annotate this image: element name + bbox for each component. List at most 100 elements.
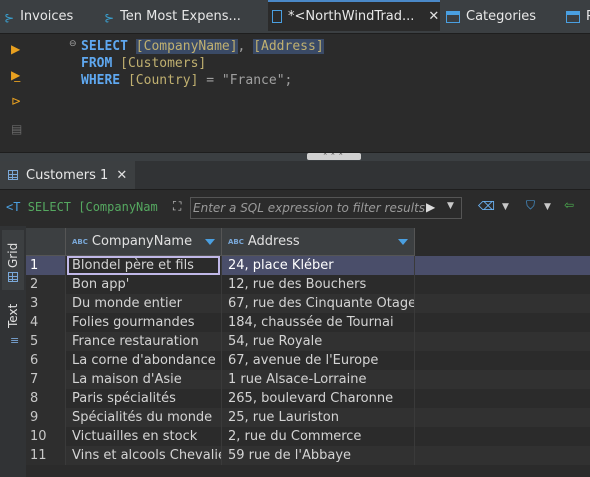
column-label: CompanyName [91,234,193,249]
sql-keyword: SELECT [81,39,128,54]
cell-companyname[interactable]: Paris spécialités [66,389,222,408]
empty-cell [415,332,590,351]
cell-companyname[interactable]: Victuailles en stock [66,427,222,446]
cell-address[interactable]: 265, boulevard Charonne [222,389,415,408]
tab-text[interactable]: Text ≡ [2,298,24,358]
sql-keyword: FROM [81,56,113,71]
cell-text: France restauration [72,334,199,349]
cell-address[interactable]: 25, rue Lauriston [222,408,415,427]
sql-code[interactable]: SELECT [CompanyName], [Address] FROM [Cu… [81,38,324,89]
cell-address[interactable]: 2, rue du Commerce [222,427,415,446]
tab-ten-most-expensive[interactable]: ⊱ Ten Most Expens... [104,0,241,33]
cell-companyname[interactable]: Spécialités du monde [66,408,222,427]
sql-operator: = [198,73,222,88]
row-number[interactable]: 1 [26,256,66,275]
chevron-down-icon[interactable]: ▼ [447,201,454,211]
cell-address[interactable]: 12, rue des Bouchers [222,275,415,294]
tab-label: Categories [466,9,537,24]
maximize-results-handle[interactable]: ⌃⌃⌃ [307,153,361,160]
row-number[interactable]: 9 [26,408,66,427]
tab-label: *<NorthWindTrad... [288,9,415,24]
row-number[interactable]: 11 [26,446,66,465]
execute-in-new-tab-icon[interactable]: ▶̲ [11,68,20,82]
tab-grid[interactable]: Grid [2,230,24,290]
execute-statement-icon[interactable]: ▶ [11,42,20,56]
tab-categories[interactable]: Categories [446,0,536,33]
explain-plan-icon[interactable]: ▤ [11,122,22,136]
cell-companyname[interactable]: Du monde entier [66,294,222,313]
row-number[interactable]: 6 [26,351,66,370]
table-row[interactable]: 6 La corne d'abondance 67, avenue de l'Eur… [26,351,590,370]
tab-invoices[interactable]: ⊱ Invoices [4,0,73,33]
table-row[interactable]: 4 Folies gourmandes 184, chaussée de Tourn… [26,313,590,332]
filter-field[interactable]: ▶ ▼ [190,197,462,219]
table-row[interactable]: 10 Victuailles en stock 2, rue du Commerce [26,427,590,446]
cell-companyname[interactable]: Folies gourmandes [66,313,222,332]
row-number[interactable]: 10 [26,427,66,446]
table-row[interactable]: 9 Spécialités du monde 25, rue Lauriston [26,408,590,427]
table-row[interactable]: 2 Bon app' 12, rue des Bouchers [26,275,590,294]
cell-companyname[interactable]: Vins et alcools Chevalier [66,446,222,465]
expand-icon[interactable]: ⛶ [173,199,181,214]
row-number[interactable]: 3 [26,294,66,313]
empty-cell [415,370,590,389]
table-icon [566,10,580,23]
sql-editor-icon: ⊱ [104,10,115,25]
cell-address[interactable]: 67, rue des Cinquante Otages [222,294,415,313]
script-icon [272,10,282,23]
panel-splitter[interactable]: ⌃⌃⌃ [0,152,590,161]
filter-input[interactable] [193,199,425,217]
table-row[interactable]: 7 La maison d'Asie 1 rue Alsace-Lorraine [26,370,590,389]
chevron-down-icon[interactable]: ▼ [502,202,509,212]
grid-icon [8,272,18,282]
sort-icon[interactable] [398,239,408,245]
cell-companyname[interactable]: Bon app' [66,275,222,294]
eraser-icon[interactable]: ⌫ [478,199,495,213]
cell-focus-outline [67,256,220,275]
close-icon[interactable]: ✕ [428,9,439,24]
cell-companyname[interactable]: France restauration [66,332,222,351]
tab-customers-1[interactable]: Customers 1 ✕ [0,161,136,189]
grid-icon [8,170,18,180]
table-row[interactable]: 5 France restauration 54, rue Royale [26,332,590,351]
table-row[interactable]: 3 Du monde entier 67, rue des Cinquante Ot… [26,294,590,313]
editor-tab-bar: ⊱ Invoices ⊱ Ten Most Expens... *<NorthW… [0,0,590,34]
apply-filter-icon[interactable]: ▶ [426,200,435,214]
row-number[interactable]: 2 [26,275,66,294]
sql-editor[interactable]: ▶ ▶̲ ⊳ ▤ ⊖ SELECT [CompanyName], [Addres… [0,34,590,152]
close-icon[interactable]: ✕ [116,168,127,183]
column-label: Address [247,234,300,249]
filter-icon[interactable]: ⛉ [526,198,535,213]
arrow-left-icon[interactable]: ⇦ [564,198,574,212]
cell-companyname[interactable]: Blondel père et fils [66,256,222,275]
table-row[interactable]: 1 Blondel père et fils 24, place Kléber [26,256,590,275]
row-number[interactable]: 8 [26,389,66,408]
column-header-address[interactable]: ABC Address [222,228,415,256]
execute-script-icon[interactable]: ⊳ [11,94,21,108]
fold-icon[interactable]: ⊖ [69,39,77,49]
table-row[interactable]: 8 Paris spécialités 265, boulevard Charonn… [26,389,590,408]
cell-address[interactable]: 24, place Kléber [222,256,415,275]
cell-address[interactable]: 67, avenue de l'Europe [222,351,415,370]
row-number[interactable]: 4 [26,313,66,332]
sql-separator: , [237,39,254,54]
tab-p[interactable]: P [566,0,590,33]
tab-northwind-script[interactable]: *<NorthWindTrad... ✕ [268,0,440,31]
column-header-companyname[interactable]: ABC CompanyName [66,228,222,256]
cell-address[interactable]: 1 rue Alsace-Lorraine [222,370,415,389]
chevron-down-icon[interactable]: ▼ [544,202,551,212]
view-mode-sidebar: Grid Text ≡ [0,226,26,477]
grid-tab-label: Grid [6,242,20,268]
cell-companyname[interactable]: La maison d'Asie [66,370,222,389]
query-preview[interactable]: <T SELECT [CompanyNam [6,200,166,214]
editor-toolbar: ▶ ▶̲ ⊳ ▤ [0,34,36,152]
table-row[interactable]: 11 Vins et alcools Chevalier 59 rue de l'A… [26,446,590,465]
table-icon [446,10,460,23]
cell-address[interactable]: 184, chaussée de Tournai [222,313,415,332]
cell-address[interactable]: 54, rue Royale [222,332,415,351]
cell-companyname[interactable]: La corne d'abondance [66,351,222,370]
sort-icon[interactable] [205,239,215,245]
row-number[interactable]: 7 [26,370,66,389]
row-number[interactable]: 5 [26,332,66,351]
cell-address[interactable]: 59 rue de l'Abbaye [222,446,415,465]
